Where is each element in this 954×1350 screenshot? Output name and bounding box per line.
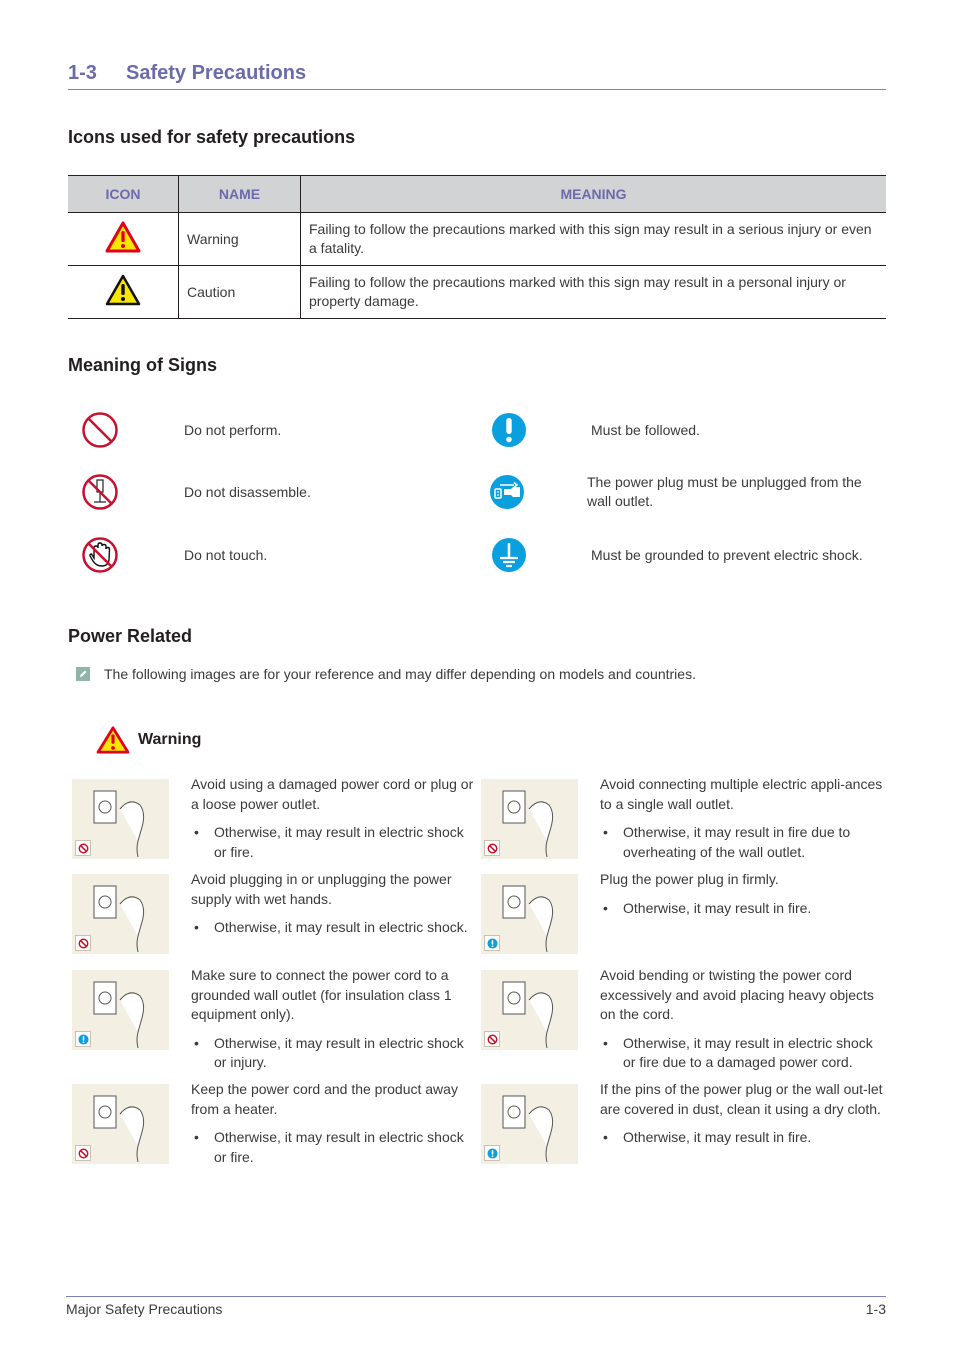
meaning-cell: Failing to follow the precautions marked… [300, 212, 886, 266]
illustration-image [481, 874, 578, 954]
name-cell: Caution [178, 265, 301, 319]
sign-item: Must be followed. [489, 410, 879, 450]
footer-divider [66, 1296, 886, 1297]
table-row: Caution Failing to follow the precaution… [68, 265, 886, 319]
item-text: Keep the power cord and the product away… [191, 1081, 458, 1117]
must-follow-icon [484, 935, 500, 951]
must-follow-icon [75, 1031, 91, 1047]
item-text: Avoid using a damaged power cord or plug… [191, 776, 474, 812]
sign-text: Do not touch. [184, 546, 268, 563]
item-bullet: Otherwise, it may result in fire due to … [600, 823, 885, 862]
illustration-image [72, 1084, 169, 1164]
note-text: The following images are for your refere… [104, 666, 696, 682]
section-heading-icons: Icons used for safety precautions [68, 127, 356, 147]
ground-icon [492, 538, 526, 572]
item-text: Avoid plugging in or unplugging the powe… [191, 871, 452, 907]
sign-text: The power plug must be unplugged from th… [587, 474, 862, 509]
unplug-icon [490, 475, 524, 509]
item-bullet: Otherwise, it may result in electric sho… [191, 918, 476, 938]
chapter-number: 1-3 [68, 62, 97, 84]
footer-page-number: 1-3 [865, 1301, 886, 1317]
prohibited-icon [75, 840, 91, 856]
must-follow-icon [484, 1145, 500, 1161]
sign-item: Must be grounded to prevent electric sho… [489, 535, 879, 575]
prohibited-icon [75, 935, 91, 951]
item-bullet: Otherwise, it may result in electric sho… [191, 1034, 476, 1073]
icons-table: ICON NAME MEANING Warning Failing to fol… [68, 175, 886, 319]
illustration-image [72, 874, 169, 954]
item-bullet: Otherwise, it may result in fire. [600, 899, 885, 919]
prohibited-icon [484, 840, 500, 856]
prohibited-icon [75, 1145, 91, 1161]
item-text: Avoid bending or twisting the power cord… [600, 967, 874, 1022]
section-heading-signs: Meaning of Signs [68, 355, 218, 375]
illustration-image [72, 970, 169, 1050]
item-text: Make sure to connect the power cord to a… [191, 967, 452, 1022]
caution-triangle-yellow-icon [105, 274, 141, 305]
footer-section-title: Major Safety Precautions [66, 1301, 223, 1317]
item-bullet: Otherwise, it may result in electric sho… [191, 1128, 476, 1167]
column-header-meaning: MEANING [300, 175, 886, 213]
section-heading-power: Power Related [68, 626, 193, 646]
column-header-icon: ICON [68, 175, 179, 213]
warning-triangle-red-icon [96, 726, 130, 754]
item-bullet: Otherwise, it may result in fire. [600, 1128, 885, 1148]
item-bullet: Otherwise, it may result in electric sho… [191, 823, 476, 862]
meaning-cell: Failing to follow the precautions marked… [300, 265, 886, 319]
item-text: If the pins of the power plug or the wal… [600, 1081, 883, 1117]
illustration-image [481, 779, 578, 859]
icon-cell [68, 212, 179, 266]
prohibited-icon [484, 1031, 500, 1047]
item-text: Plug the power plug in firmly. [600, 871, 779, 887]
sign-text: Do not perform. [184, 421, 282, 438]
sign-item: Do not touch. [80, 535, 460, 575]
chapter-title: 1-3 Safety Precautions [68, 62, 306, 85]
reference-note: The following images are for your refere… [76, 666, 696, 682]
table-header-row: ICON NAME MEANING [68, 175, 886, 213]
warning-label: Warning [138, 731, 202, 748]
column-header-name: NAME [178, 175, 301, 213]
chapter-divider [68, 89, 886, 90]
sign-text: Must be grounded to prevent electric sho… [591, 546, 863, 563]
sign-item: Do not disassemble. [80, 472, 460, 512]
illustration-image [481, 970, 578, 1050]
note-pencil-icon [76, 667, 90, 681]
illustration-image [72, 779, 169, 859]
warning-triangle-red-icon [105, 221, 141, 252]
no-touch-icon [82, 537, 118, 573]
item-text: Avoid connecting multiple electric appli… [600, 776, 883, 812]
chapter-name: Safety Precautions [126, 62, 307, 84]
icon-cell [68, 265, 179, 319]
no-disassemble-icon [82, 474, 118, 510]
illustration-image [481, 1084, 578, 1164]
prohibited-icon [82, 412, 118, 448]
sign-text: Do not disassemble. [184, 483, 311, 500]
item-bullet: Otherwise, it may result in electric sho… [600, 1034, 885, 1073]
name-cell: Warning [178, 212, 301, 266]
warning-heading: Warning [96, 726, 201, 754]
sign-text: Must be followed. [591, 421, 700, 438]
must-follow-icon [492, 413, 526, 447]
sign-item: Do not perform. [80, 410, 460, 450]
table-row: Warning Failing to follow the precaution… [68, 212, 886, 266]
sign-item: The power plug must be unplugged from th… [489, 472, 879, 512]
